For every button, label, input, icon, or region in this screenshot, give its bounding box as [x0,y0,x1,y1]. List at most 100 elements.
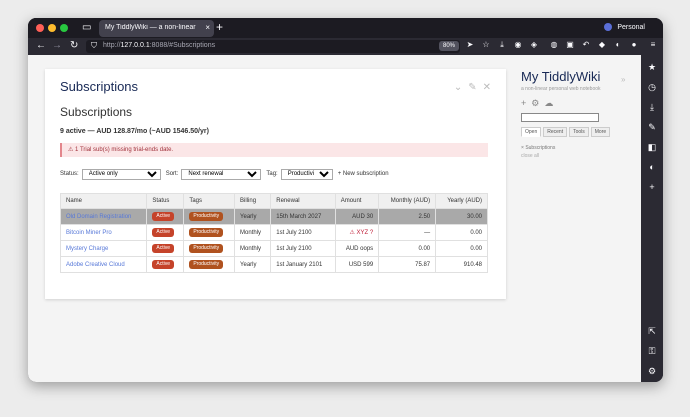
extension-icon[interactable]: ◐ [646,161,658,173]
table-row[interactable]: Adobe Creative Cloud Active Productivity… [59,256,488,273]
column-header-amount[interactable]: Amount [334,193,380,209]
subscription-name-link[interactable]: Mystery Charge [66,246,108,252]
tag-badge[interactable]: Productivity [189,212,224,221]
table-row[interactable]: Old Domain Registration Active Productiv… [59,208,488,225]
column-header-status[interactable]: Status [146,193,185,209]
open-tiddler-item[interactable]: × Subscriptions [521,145,631,151]
column-header-billing[interactable]: Billing [234,193,272,209]
tab-more[interactable]: More [590,127,611,137]
renewal-cell: 1st July 2100 [270,224,336,241]
downloads-icon[interactable]: ⤓ [646,101,658,113]
table-row[interactable]: Mystery Charge Active Productivity Month… [59,240,488,257]
subscriptions-table: Name Status Tags Billing Renewal Amount … [59,193,488,273]
subscription-name-link[interactable]: Bitcoin Miner Pro [66,230,112,236]
close-all-link[interactable]: close all [521,153,631,159]
column-header-monthly[interactable]: Monthly (AUD) [378,193,437,209]
new-tab-button[interactable]: + [216,20,223,34]
bookmark-star-icon[interactable]: ★ [646,61,658,73]
reload-icon[interactable]: ↻ [70,40,78,51]
yearly-cell: 910.48 [435,256,488,273]
search-input[interactable] [521,113,599,122]
profile-label: Personal [617,23,645,31]
new-tiddler-icon[interactable]: + [521,98,526,109]
undo-icon[interactable]: ↶ [581,40,591,50]
address-bar[interactable]: ⛉ http://127.0.0.1:8088/#Subscriptions [86,40,460,53]
amount-cell: ⚠ XYZ ? [334,224,380,241]
sort-select[interactable]: Next renewal [181,168,262,180]
tiddler-title: Subscriptions [60,79,139,94]
cloud-icon[interactable]: ☁ [544,98,553,109]
sidebar-tabs: Open Recent Tools More [521,127,631,137]
site-title: My TiddlyWiki [521,69,601,84]
sidebar-toggle-icon[interactable]: ▭ [82,22,91,33]
yearly-cell: 0.00 [435,224,488,241]
yearly-cell: 30.00 [435,208,488,225]
share-icon[interactable]: ⇱ [646,325,658,337]
sort-filter-label: Sort: [165,171,179,177]
subscription-name-link[interactable]: Adobe Creative Cloud [66,262,125,268]
close-tab-icon[interactable]: × [205,23,210,32]
yearly-cell: 0.00 [435,240,488,257]
tiddler-card: Subscriptions ⌄ ✎ ✕ Subscriptions 9 acti… [45,69,506,299]
chevron-down-icon[interactable]: ⌄ [454,82,462,93]
subscription-name-link[interactable]: Old Domain Registration [66,214,131,220]
tag-filter-label: Tag: [266,171,278,177]
tag-badge[interactable]: Productivity [189,244,224,253]
column-header-yearly[interactable]: Yearly (AUD) [435,193,488,209]
amount-cell: AUD oops [334,240,380,257]
pen-icon[interactable]: ✎ [646,121,658,133]
extension-icon[interactable]: ◈ [529,40,539,50]
status-badge: Active [152,244,175,253]
history-clock-icon[interactable]: ◷ [646,81,658,93]
tag-badge[interactable]: Productivity [189,228,224,237]
edit-pencil-icon[interactable]: ✎ [468,82,476,93]
renewal-cell: 1st January 2101 [270,256,336,273]
tab-recent[interactable]: Recent [543,127,568,137]
forward-arrow-icon[interactable]: → [52,40,62,51]
close-icon[interactable]: ✕ [483,82,491,93]
account-icon[interactable]: ◍ [549,40,559,50]
column-header-name[interactable]: Name [59,193,148,209]
status-filter-label: Status: [60,171,79,177]
downloads-icon[interactable]: ⤓ [497,40,507,50]
tab-open[interactable]: Open [521,127,542,137]
close-window-button[interactable] [36,24,44,32]
monthly-cell: 2.50 [378,208,437,225]
gear-icon[interactable]: ⚙ [646,365,658,377]
table-row[interactable]: Bitcoin Miner Pro Active Productivity Mo… [59,224,488,241]
column-header-tags[interactable]: Tags [183,193,236,209]
bookmark-star-icon[interactable]: ☆ [481,40,491,50]
menu-icon[interactable]: ≡ [648,40,658,50]
status-select[interactable]: Active only [81,168,161,180]
back-arrow-icon[interactable]: ← [36,40,46,51]
gear-icon[interactable]: ⚙ [531,98,539,109]
extension-icon[interactable]: ◐ [613,40,623,50]
tag-select[interactable]: Productivity [280,168,333,180]
column-header-renewal[interactable]: Renewal [270,193,336,209]
page-content: Subscriptions ⌄ ✎ ✕ Subscriptions 9 acti… [28,55,641,382]
add-panel-icon[interactable]: + [646,181,658,193]
browser-tab[interactable]: My TiddlyWiki — a non-linear personal we… [99,20,214,37]
maximize-window-button[interactable] [60,24,68,32]
url-text[interactable]: http://127.0.0.1:8088/#Subscriptions [103,42,215,49]
password-manager-icon[interactable]: ▣ [565,40,575,50]
share-icon[interactable]: ➤ [465,40,475,50]
extension-icon[interactable]: ◆ [597,40,607,50]
monthly-cell: — [378,224,437,241]
wiki-sidebar: My TiddlyWiki a non-linear personal web … [521,69,631,189]
key-icon[interactable]: ⚿ [646,345,658,357]
shield-icon[interactable]: ⛉ [91,41,97,51]
minimize-window-button[interactable] [48,24,56,32]
zoom-level-badge[interactable]: 80% [439,41,459,51]
extension-icon[interactable]: ◉ [513,40,523,50]
avatar-icon[interactable]: ● [629,40,639,50]
translate-icon[interactable]: ◧ [646,141,658,153]
sidebar-toolbar: + ⚙ ☁ [521,98,631,109]
renewal-cell: 1st July 2100 [270,240,336,257]
tag-badge[interactable]: Productivity [189,260,224,269]
profile-menu[interactable]: Personal [604,23,645,31]
tab-tools[interactable]: Tools [569,127,589,137]
new-subscription-button[interactable]: + New subscription [338,171,389,177]
tab-title: My TiddlyWiki — a non-linear personal we… [105,24,198,31]
table-header-row: Name Status Tags Billing Renewal Amount … [59,193,488,209]
